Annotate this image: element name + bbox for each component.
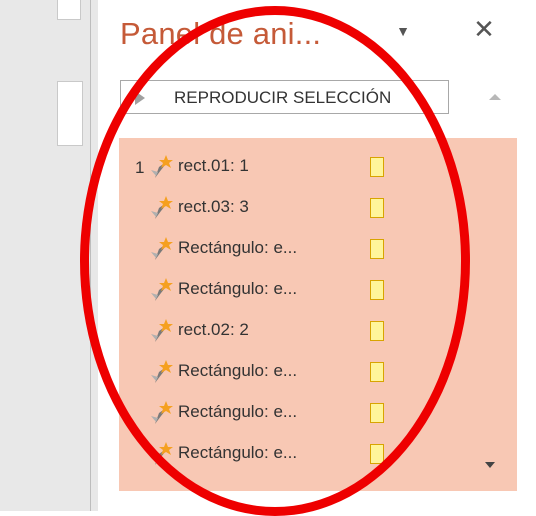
star-effect-icon [151,196,173,219]
animation-label: rect.03: 3 [178,197,249,216]
star-effect-icon [151,360,173,383]
slide-thumbnail[interactable] [57,0,81,20]
list-item[interactable]: Rectángulo: e... [119,351,517,390]
star-effect-icon [151,442,173,465]
animation-label: Rectángulo: e... [178,361,298,380]
slide-thumbnail-strip [0,0,98,511]
timing-bar [370,403,384,423]
close-icon[interactable]: ✕ [469,14,499,44]
animation-label: rect.01: 1 [178,156,249,175]
list-item[interactable]: 1 rect.01: 1 [119,146,517,185]
animation-label: Rectángulo: e... [178,238,298,257]
timing-bar [370,239,384,259]
list-item[interactable]: Rectángulo: e... [119,269,517,308]
animation-list: 1 rect.01: 1 rect.03: 3 Rectángulo: e...… [119,138,517,491]
timing-bar [370,280,384,300]
play-icon [135,91,145,105]
scroll-up-button[interactable] [476,80,516,114]
star-effect-icon [151,319,173,342]
star-effect-icon [151,237,173,260]
timing-bar [370,321,384,341]
list-item[interactable]: Rectángulo: e... [119,228,517,267]
animation-label: rect.02: 2 [178,320,249,339]
play-selection-button[interactable]: REPRODUCIR SELECCIÓN [120,80,449,114]
divider [90,0,91,511]
slide-thumbnail[interactable] [57,81,83,146]
timing-bar [370,362,384,382]
list-item[interactable]: rect.03: 3 [119,187,517,226]
star-effect-icon [151,401,173,424]
chevron-up-icon [489,94,501,100]
list-item[interactable]: Rectángulo: e... [119,392,517,431]
animation-label: Rectángulo: e... [178,402,298,421]
list-item[interactable]: rect.02: 2 [119,310,517,349]
animation-pane: Panel de ani... ▼ ✕ REPRODUCIR SELECCIÓN… [98,0,536,511]
animation-number: 1 [135,158,145,177]
timing-bar [370,157,384,177]
star-effect-icon [151,278,173,301]
timing-bar [370,198,384,218]
chevron-down-icon[interactable]: ▼ [393,23,413,43]
pane-title: Panel de ani... [120,16,322,51]
animation-label: Rectángulo: e... [178,443,298,462]
scroll-down-arrow[interactable] [485,462,495,468]
star-effect-icon [151,155,173,178]
animation-label: Rectángulo: e... [178,279,298,298]
play-selection-label: REPRODUCIR SELECCIÓN [174,88,392,107]
list-item[interactable]: Rectángulo: e... [119,433,517,472]
timing-bar [370,444,384,464]
